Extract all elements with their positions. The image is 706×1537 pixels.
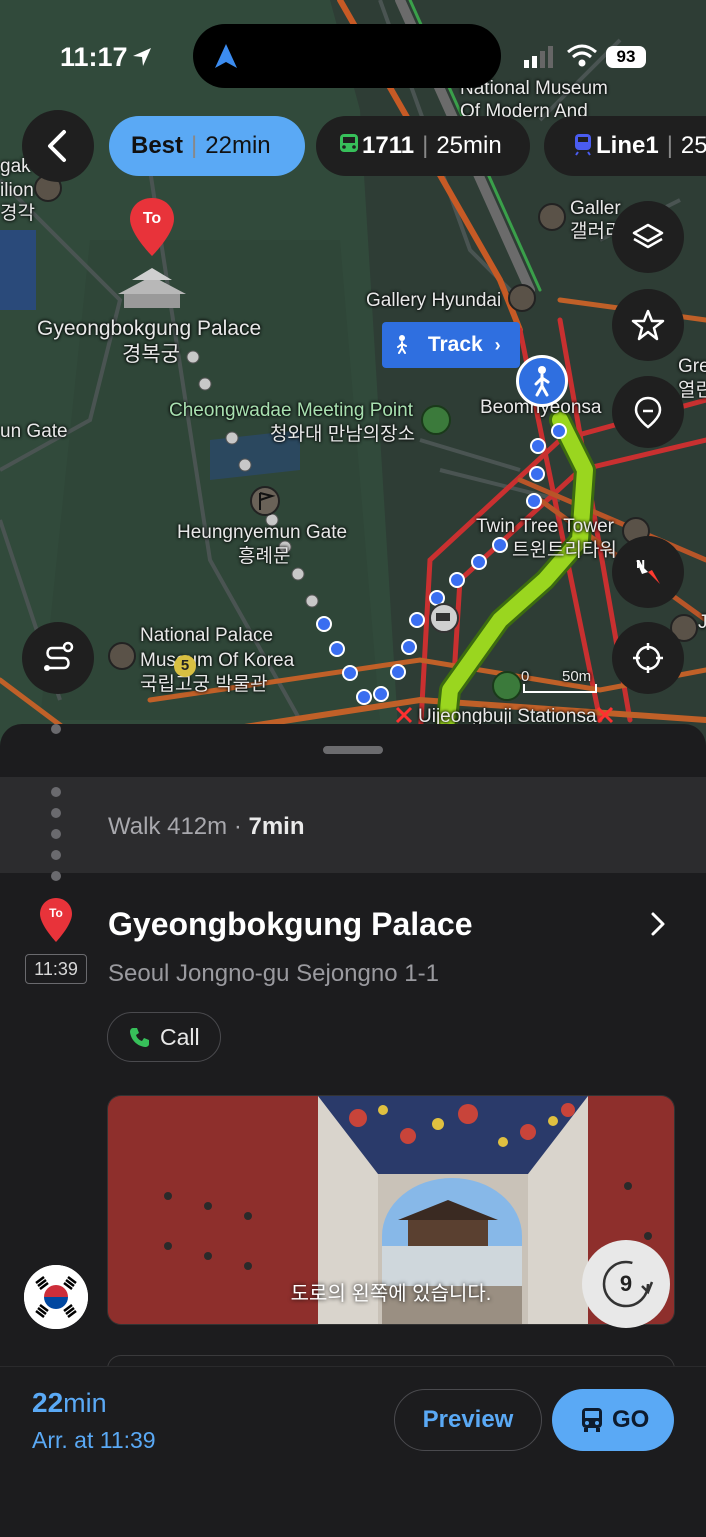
walking-person-icon [394, 322, 412, 368]
walk-step-text: Walk 412m · 7min [108, 813, 305, 841]
svg-text:N: N [636, 558, 645, 571]
route-tab-duration: 25 [680, 132, 706, 159]
gallery-poi-icon [538, 203, 566, 231]
go-button[interactable]: GO [552, 1389, 674, 1451]
gallery-hyundai-poi-icon [508, 284, 536, 312]
star-icon [631, 309, 665, 341]
duration-value: 22 [32, 1387, 64, 1418]
place-address: Seoul Jongno-gu Sejongno 1-1 [108, 960, 439, 987]
track-label: Track [427, 333, 483, 356]
poi-icons [34, 174, 698, 701]
destination-pin[interactable]: To [128, 196, 176, 260]
destination-marker: To [38, 896, 74, 949]
place-pin-button[interactable] [612, 376, 684, 448]
status-bar: 11:17 93 [0, 0, 706, 110]
route-tab-subway[interactable]: Line1 | 25 [544, 116, 706, 176]
walk-step-row[interactable]: Walk 412m · 7min [0, 777, 706, 881]
route-tab-label: Best [131, 132, 184, 159]
subway-icon [572, 119, 596, 179]
walk-duration: 7min [248, 813, 305, 840]
walking-person-icon [534, 366, 550, 397]
bus-icon [582, 1408, 602, 1432]
current-location-marker [516, 355, 568, 407]
walk-separator: · [227, 813, 249, 840]
location-arrow-icon [133, 48, 151, 66]
chevron-right-icon[interactable] [646, 910, 670, 938]
route-tab-duration: 25min [436, 132, 502, 159]
route-tab-label: 1711 [362, 132, 415, 159]
walk-dots-top [51, 724, 61, 734]
sheet-drag-handle[interactable] [323, 746, 383, 754]
duration-unit: min [63, 1388, 107, 1418]
map-view[interactable]: National Museum Of Modern And Galler 갤러리… [0, 0, 706, 760]
destination-marker-label: To [49, 906, 63, 920]
call-button[interactable]: Call [107, 1012, 221, 1062]
map-pin-icon [130, 198, 174, 256]
signal-icon [524, 46, 553, 68]
back-button[interactable] [22, 110, 94, 182]
wifi-icon [567, 44, 597, 67]
rotate-view-button[interactable]: 9 [582, 1240, 670, 1328]
preview-button[interactable]: Preview [394, 1389, 542, 1451]
palace-icon [118, 268, 186, 308]
place-title[interactable]: Gyeongbokgung Palace [108, 906, 473, 943]
route-tab-bus[interactable]: 1711 | 25min [316, 116, 530, 176]
dynamic-island [193, 24, 501, 88]
map-pin-outline-icon [634, 396, 662, 429]
chevron-right-icon: › [494, 335, 501, 355]
bus-stop-badge: 5 [174, 655, 196, 677]
korea-flag-icon[interactable] [24, 1265, 88, 1329]
compass-button[interactable]: N [612, 536, 684, 608]
route-icon [44, 641, 74, 671]
route-tab-best[interactable]: Best | 22min [109, 116, 305, 176]
museum-poi-icon [108, 642, 136, 670]
route-tab-duration: 22min [205, 132, 271, 159]
compass-icon: N [636, 558, 660, 584]
gate-poi-icon [250, 486, 280, 516]
my-location-button[interactable] [612, 622, 684, 694]
scale-label: 50m [562, 668, 592, 685]
battery-indicator: 93 [606, 46, 646, 68]
park-icon-2 [492, 671, 522, 701]
rotate-count: 9 [619, 1271, 633, 1296]
walk-dots [51, 787, 61, 892]
layers-icon [632, 223, 664, 249]
chevron-left-icon [48, 130, 66, 162]
route-options-button[interactable] [22, 622, 94, 694]
arrival-time: Arr. at 11:39 [32, 1427, 156, 1453]
phone-icon [130, 1028, 149, 1047]
status-time: 11:17 [60, 42, 128, 72]
crosshair-icon [633, 643, 663, 673]
favorites-button[interactable] [612, 289, 684, 361]
layers-button[interactable] [612, 201, 684, 273]
walk-distance: Walk 412m [108, 813, 228, 840]
scale-zero: 0 [521, 668, 530, 685]
go-label: GO [612, 1406, 650, 1433]
bottom-action-bar: 22min Arr. at 11:39 Preview GO [0, 1366, 706, 1537]
route-tab-label: Line1 [596, 132, 659, 159]
total-duration: 22min [32, 1387, 107, 1419]
bus-icon [338, 119, 362, 179]
call-label: Call [160, 1024, 200, 1050]
track-button[interactable]: Track › [382, 322, 520, 368]
navigation-arrow-icon [215, 44, 237, 68]
arrival-time-badge: 11:39 [25, 954, 87, 984]
destination-pin-label: To [142, 210, 162, 227]
park-icon [421, 405, 451, 435]
map-pin-icon [40, 898, 72, 942]
